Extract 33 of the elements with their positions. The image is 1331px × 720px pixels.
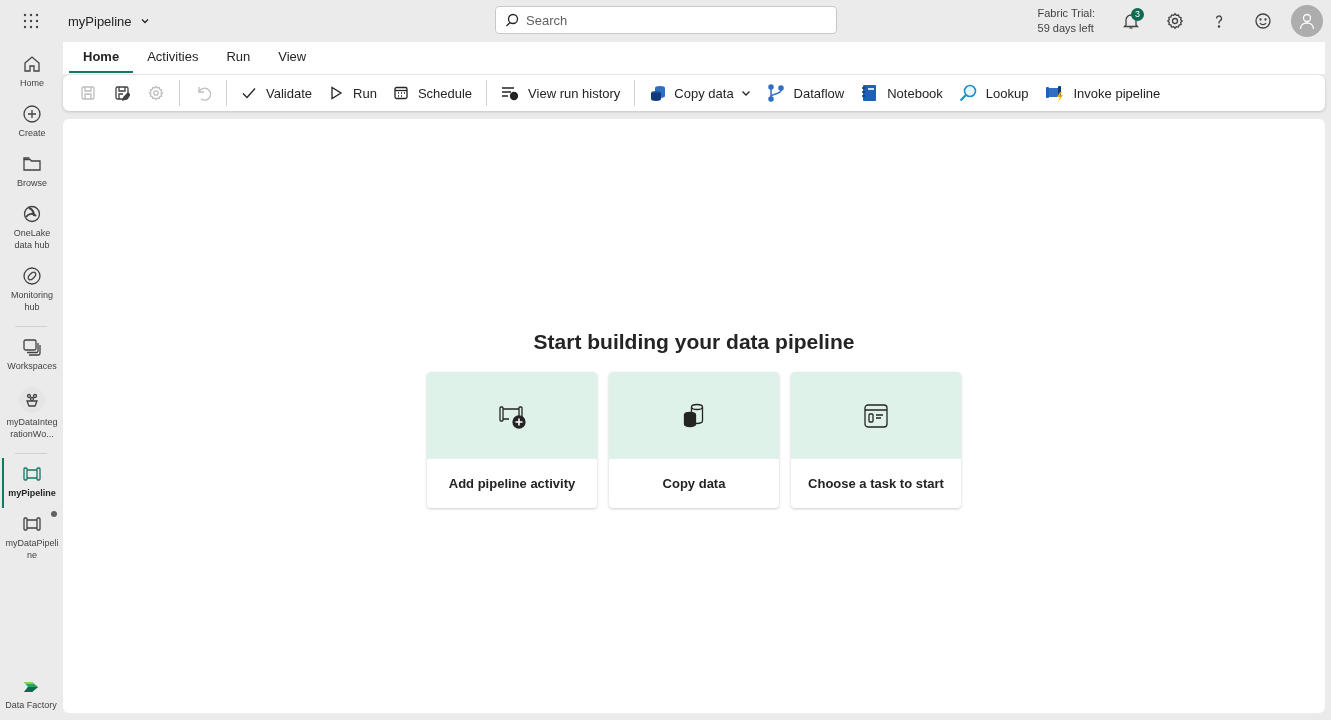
- toolbar-button[interactable]: Validate: [233, 78, 320, 108]
- nav-rail-item[interactable]: Create: [2, 98, 60, 148]
- ribbon-tab[interactable]: Home: [69, 42, 134, 73]
- trial-days-left: 59 days left: [1037, 21, 1095, 36]
- nav-rail-item[interactable]: Monitoring hub: [2, 260, 60, 322]
- trial-label: Fabric Trial:: [1037, 6, 1095, 21]
- notifications-button[interactable]: 3: [1109, 3, 1153, 39]
- toolbar-button[interactable]: View run history: [493, 78, 629, 108]
- app-name: Data Factory: [5, 700, 57, 710]
- nav-rail-item[interactable]: OneLake data hub: [2, 198, 60, 260]
- toolbar-dropdown-button[interactable]: Copy data: [641, 78, 759, 108]
- canvas-heading: Start building your data pipeline: [533, 330, 855, 354]
- nav-rail-item[interactable]: myDataPipeline: [2, 508, 60, 570]
- ribbon-tab[interactable]: View: [264, 42, 321, 73]
- nav-rail-item[interactable]: myPipeline: [2, 458, 60, 508]
- toolbar-button[interactable]: Lookup: [950, 78, 1037, 108]
- toolbar-button[interactable]: Dataflow: [758, 78, 853, 108]
- ribbon-tab[interactable]: Run: [212, 42, 265, 73]
- toolbar-button[interactable]: Run: [320, 78, 385, 108]
- nav-rail-item[interactable]: Browse: [2, 148, 60, 198]
- toolbar-button[interactable]: Invoke pipeline: [1036, 78, 1169, 108]
- nav-rail-item[interactable]: Workspaces: [2, 331, 60, 381]
- search-field[interactable]: Search: [495, 6, 837, 34]
- start-option-card[interactable]: Copy data: [609, 372, 779, 508]
- notification-count: 3: [1131, 8, 1144, 21]
- ribbon-tab[interactable]: Activities: [133, 42, 213, 73]
- start-option-card[interactable]: Choose a task to start: [791, 372, 961, 508]
- nav-rail-item[interactable]: myDataIntegrationWo...: [2, 381, 60, 449]
- start-option-card[interactable]: Add pipeline activity: [427, 372, 597, 508]
- toolbar-button[interactable]: Schedule: [384, 78, 481, 108]
- toolbar-button[interactable]: Notebook: [852, 78, 951, 108]
- nav-rail-item[interactable]: Home: [2, 48, 60, 98]
- item-name-button[interactable]: myPipeline: [62, 12, 156, 30]
